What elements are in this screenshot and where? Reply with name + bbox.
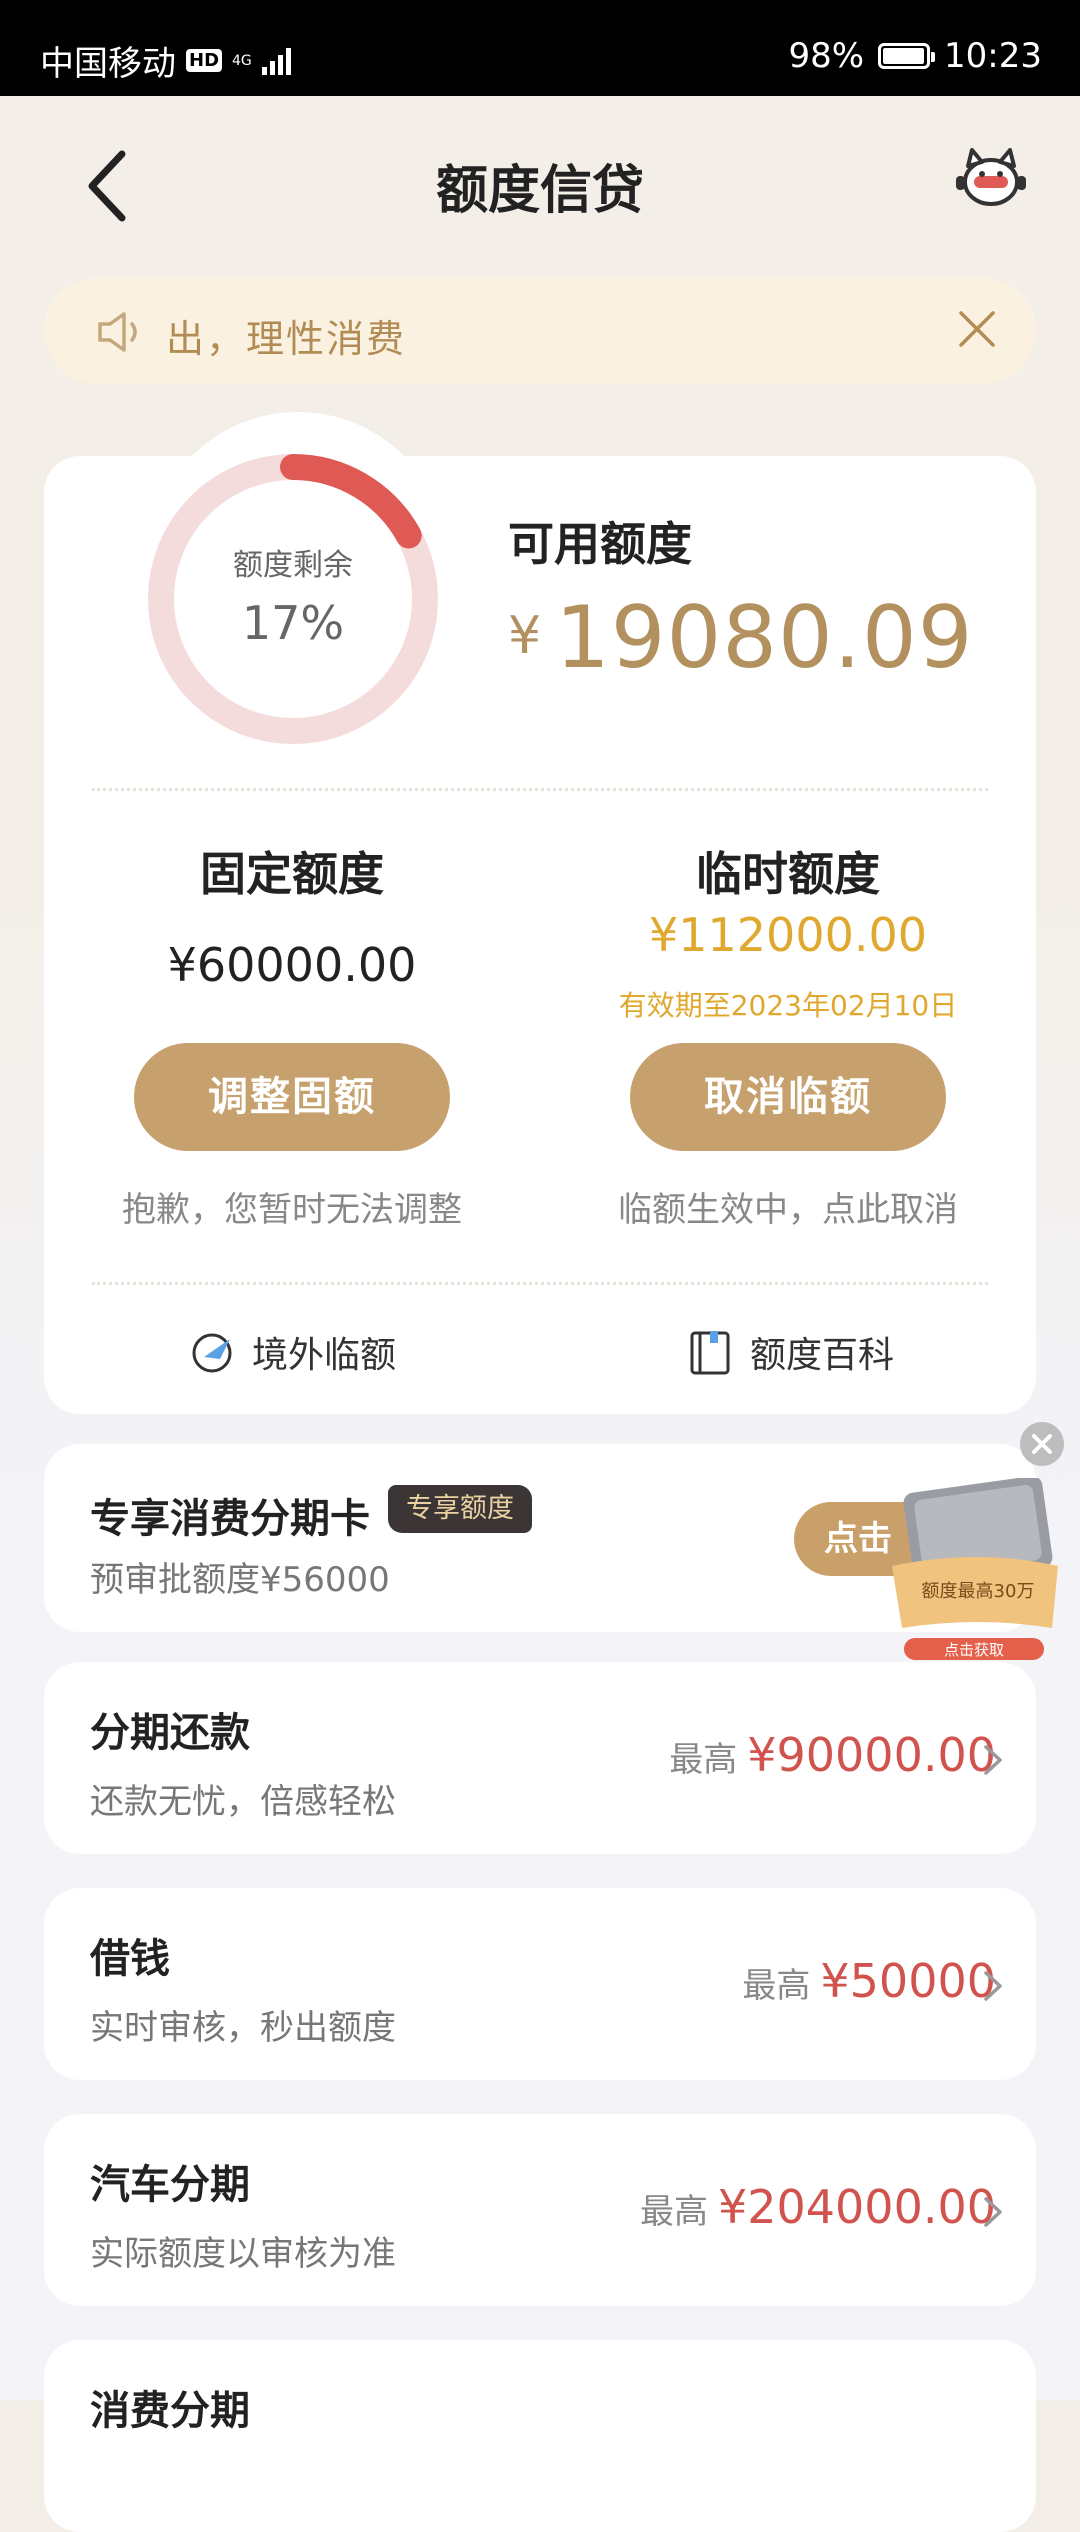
battery-icon <box>878 43 936 69</box>
temp-credit-title: 临时额度 <box>696 847 880 901</box>
notice-text: 出，理性消费 <box>166 317 407 361</box>
product-subtitle: 实时审核，秒出额度 <box>90 2008 396 2048</box>
max-amount: ¥204000.00 <box>717 2180 996 2234</box>
network-type: 4G <box>232 52 252 69</box>
promo-badge: 专享额度 <box>388 1485 532 1533</box>
credit-wiki-link[interactable]: 额度百科 <box>688 1326 894 1378</box>
temp-hint[interactable]: 临额生效中，点此取消 <box>578 1182 998 1231</box>
hd-icon: HD <box>186 49 223 72</box>
product-max-amount: 最高 ¥204000.00 <box>640 2180 996 2234</box>
overseas-credit-label: 境外临额 <box>252 1335 397 1376</box>
available-label: 可用额度 <box>508 517 692 571</box>
available-value: 19080.09 <box>555 588 974 688</box>
available-amount: ¥19080.09 <box>508 588 973 688</box>
promo-subtitle: 预审批额度¥56000 <box>90 1560 390 1600</box>
chevron-right-icon <box>984 2197 1002 2227</box>
product-max-amount: 最高 ¥90000.00 <box>669 1728 996 1782</box>
close-ad-icon[interactable] <box>1020 1422 1064 1466</box>
credit-wiki-label: 额度百科 <box>750 1335 895 1376</box>
product-title: 分期还款 <box>90 1710 250 1756</box>
plane-globe-icon <box>192 1333 232 1373</box>
cancel-temp-button[interactable]: 取消临额 <box>630 1043 946 1151</box>
signal-icon <box>261 47 291 75</box>
clock: 10:23 <box>944 36 1042 76</box>
ring-percent: 17% <box>241 596 345 650</box>
card-ad-caption: 额度最高30万 <box>922 1581 1035 1602</box>
battery-percent: 98% <box>788 36 865 76</box>
mascot-icon[interactable] <box>954 146 1028 210</box>
nav-bar: 额度信贷 <box>0 96 1080 266</box>
max-amount: ¥50000 <box>820 1954 996 2008</box>
fixed-hint: 抱歉，您暂时无法调整 <box>122 1190 462 1230</box>
product-title: 消费分期 <box>90 2388 250 2434</box>
divider <box>92 788 988 791</box>
max-amount: ¥90000.00 <box>747 1728 996 1782</box>
status-bar: 中国移动 HD 4G 98% 10:23 <box>0 0 1080 96</box>
product-max-amount: 最高 ¥50000 <box>742 1954 996 2008</box>
page-title: 额度信贷 <box>435 161 644 221</box>
product-card[interactable] <box>44 2340 1036 2532</box>
product-subtitle: 还款无忧，倍感轻松 <box>90 1782 396 1822</box>
close-icon[interactable] <box>956 308 998 350</box>
max-prefix: 最高 <box>742 1966 811 2006</box>
book-icon <box>690 1331 730 1375</box>
speaker-icon <box>98 312 137 352</box>
promo-title: 专享消费分期卡 <box>90 1496 370 1542</box>
currency-symbol: ¥ <box>508 606 542 666</box>
divider <box>92 1282 988 1285</box>
card-ad-button[interactable]: 点击获取 <box>944 1641 1004 1659</box>
chevron-right-icon <box>984 1971 1002 2001</box>
credit-card-ad-image[interactable]: 额度最高30万 点击获取 <box>888 1478 1066 1660</box>
fixed-credit-amount: ¥60000.00 <box>167 938 417 992</box>
max-prefix: 最高 <box>639 2192 708 2232</box>
temp-valid-date: 有效期至2023年02月10日 <box>618 989 958 1022</box>
product-title: 借钱 <box>90 1936 170 1982</box>
overseas-credit-link[interactable]: 境外临额 <box>190 1326 396 1378</box>
adjust-fixed-button[interactable]: 调整固额 <box>134 1043 450 1151</box>
product-subtitle: 实际额度以审核为准 <box>90 2234 396 2274</box>
ring-label: 额度剩余 <box>233 548 353 583</box>
temp-credit-amount: ¥112000.00 <box>648 908 928 962</box>
notice-bar[interactable]: 出，理性消费 <box>44 278 1036 384</box>
max-prefix: 最高 <box>669 1740 738 1780</box>
carrier-label: 中国移动 <box>40 44 176 84</box>
fixed-credit-title: 固定额度 <box>200 847 384 901</box>
chevron-right-icon <box>984 1745 1002 1775</box>
product-title: 汽车分期 <box>90 2162 250 2208</box>
